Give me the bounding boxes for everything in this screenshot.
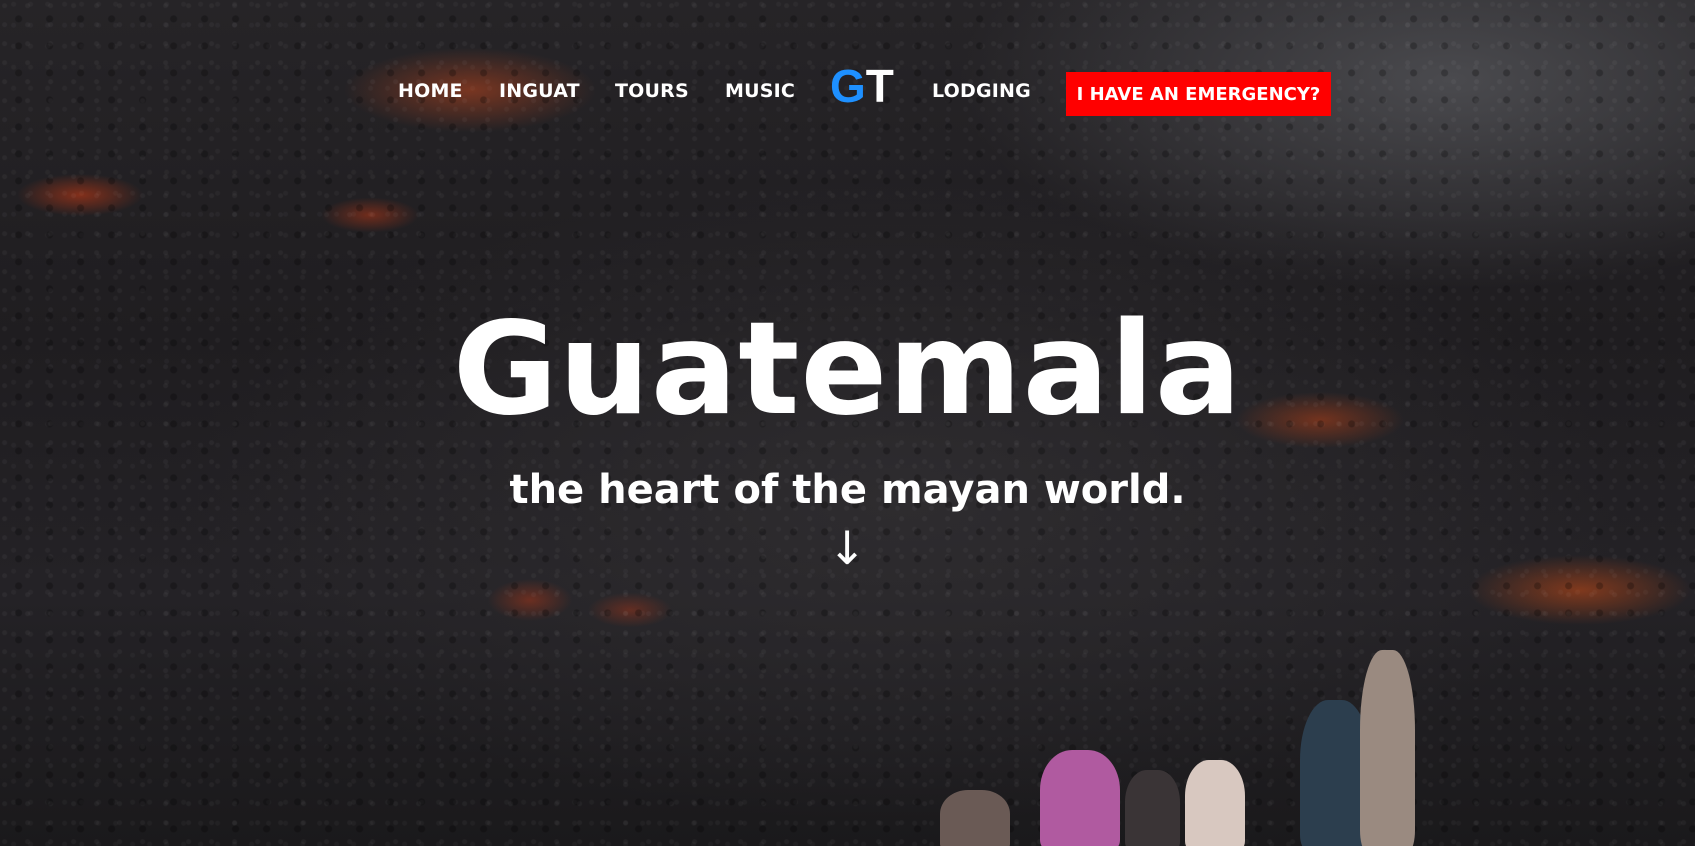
nav-home-link[interactable]: HOME (398, 80, 463, 102)
site-logo[interactable]: GT (830, 58, 894, 114)
top-navigation: HOME INGUAT TOURS MUSIC GT LODGING I HAV… (0, 0, 1695, 140)
logo-letter-t: T (865, 60, 894, 112)
nav-music-link[interactable]: MUSIC (725, 80, 795, 102)
hero-background: HOME INGUAT TOURS MUSIC GT LODGING I HAV… (0, 0, 1695, 846)
nav-lodging-link[interactable]: LODGING (932, 80, 1031, 102)
hero-subtitle: the heart of the mayan world. (509, 467, 1186, 513)
logo-letter-g: G (830, 60, 866, 112)
nav-tours-link[interactable]: TOURS (615, 80, 689, 102)
hero-title: Guatemala (452, 295, 1243, 444)
emergency-button[interactable]: I HAVE AN EMERGENCY? (1066, 72, 1331, 116)
nav-inguat-link[interactable]: INGUAT (499, 80, 580, 102)
tourists-image (940, 620, 1420, 846)
arrow-down-icon[interactable]: ↓ (827, 520, 867, 576)
